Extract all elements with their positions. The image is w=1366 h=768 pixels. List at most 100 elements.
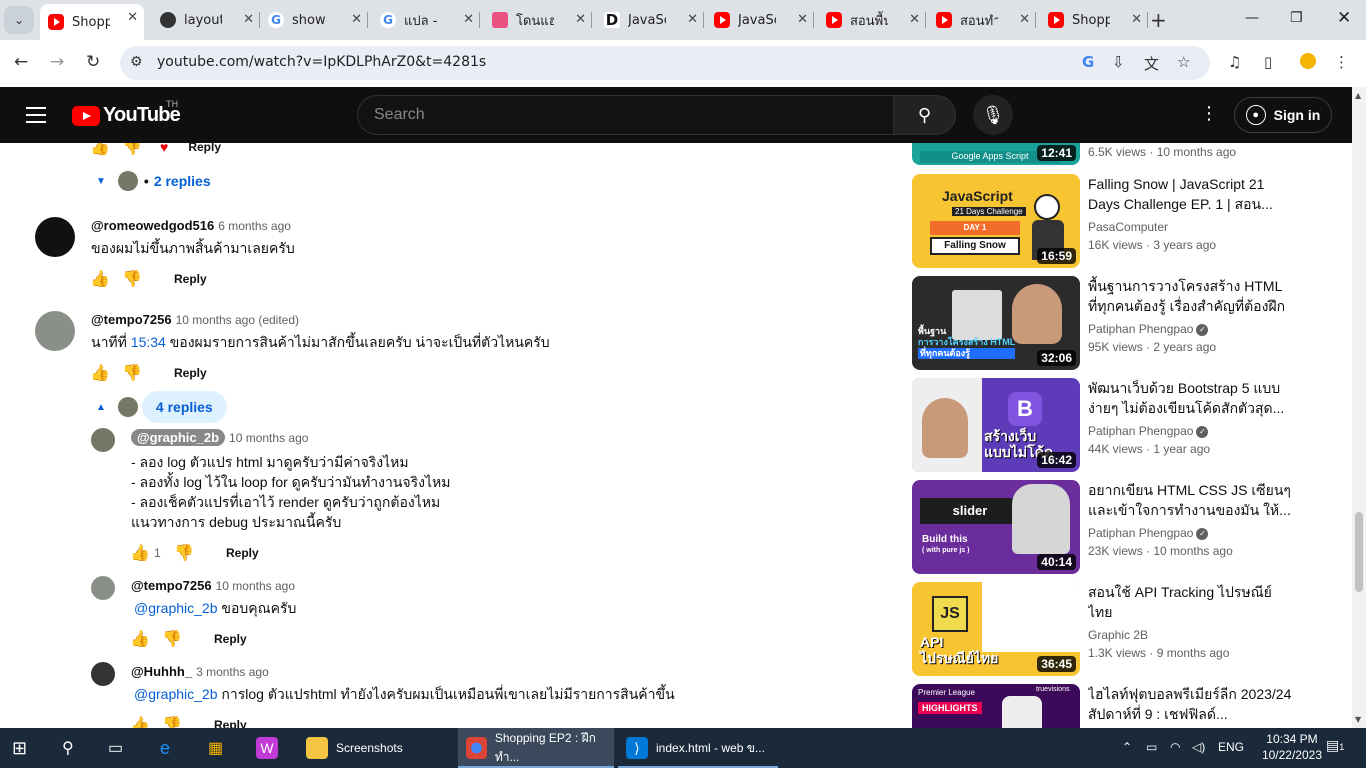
- avatar[interactable]: [35, 311, 75, 351]
- scrollbar-thumb[interactable]: [1355, 512, 1363, 592]
- like-icon[interactable]: 👍: [130, 629, 162, 649]
- video-thumbnail[interactable]: Premier League HIGHLIGHTS truevisions: [912, 684, 1080, 728]
- guide-menu-icon[interactable]: [26, 107, 46, 128]
- taskbar-app-screenshots[interactable]: Screenshots: [298, 728, 448, 768]
- reply-button[interactable]: Reply: [214, 718, 247, 728]
- volume-icon[interactable]: ◁): [1192, 740, 1205, 754]
- site-info-icon[interactable]: ⚙: [130, 54, 143, 70]
- search-icon[interactable]: ⚲: [62, 728, 74, 768]
- dislike-icon[interactable]: 👎: [122, 269, 154, 289]
- restore-button[interactable]: ❐: [1290, 10, 1303, 26]
- like-icon[interactable]: 👍: [130, 715, 162, 728]
- start-button[interactable]: ⊞: [12, 728, 27, 768]
- like-icon[interactable]: 👍: [90, 269, 122, 289]
- avatar[interactable]: [91, 428, 115, 452]
- comment-time[interactable]: 10 months ago (edited): [176, 313, 299, 327]
- search-input[interactable]: [358, 96, 893, 134]
- reply-time[interactable]: 10 months ago: [229, 431, 308, 445]
- reply-button[interactable]: Reply: [188, 143, 221, 154]
- profile-avatar[interactable]: [1300, 53, 1316, 69]
- scroll-down-arrow-icon[interactable]: ▼: [1355, 715, 1361, 724]
- new-tab-button[interactable]: +: [1150, 8, 1167, 32]
- dislike-icon[interactable]: 👎: [122, 143, 154, 157]
- reply-time[interactable]: 3 months ago: [196, 665, 269, 679]
- bookmark-star-icon[interactable]: ☆: [1177, 53, 1190, 71]
- show-hidden-icons[interactable]: ⌃: [1122, 740, 1132, 754]
- store-icon[interactable]: ▦: [208, 728, 223, 768]
- video-thumbnail[interactable]: JS API ไปรษณีย์ไทย 36:45: [912, 582, 1080, 676]
- comment-time[interactable]: 6 months ago: [218, 219, 291, 233]
- reply-button[interactable]: Reply: [214, 632, 247, 646]
- tab-10[interactable]: Shoppi ✕: [1040, 6, 1148, 34]
- media-control-icon[interactable]: ♫: [1228, 53, 1241, 71]
- video-title[interactable]: Falling Snow | JavaScript 21 Days Challe…: [1088, 174, 1293, 214]
- tab-close-icon[interactable]: ✕: [463, 12, 474, 27]
- settings-menu-icon[interactable]: ⋮: [1200, 103, 1218, 124]
- input-language[interactable]: ENG: [1218, 740, 1244, 754]
- taskbar-app-vscode[interactable]: ⟩ index.html - web ข...: [618, 728, 778, 768]
- video-thumbnail[interactable]: Google Apps Script 12:41: [912, 143, 1080, 165]
- tab-close-icon[interactable]: ✕: [909, 12, 920, 27]
- video-thumbnail[interactable]: JavaScript 21 Days Challenge DAY 1 Falli…: [912, 174, 1080, 268]
- google-lens-icon[interactable]: G: [1082, 53, 1094, 71]
- omnibox[interactable]: ⚙ youtube.com/watch?v=IpKDLPhArZ0&t=4281…: [120, 46, 1210, 80]
- like-icon[interactable]: 👍: [90, 363, 122, 383]
- channel-name[interactable]: Graphic 2B: [1088, 628, 1293, 642]
- tab-5[interactable]: โดนแฮง ✕: [484, 6, 592, 34]
- avatar[interactable]: [91, 662, 115, 686]
- taskbar-app-chrome[interactable]: Shopping EP2 : ฝึกทำ...: [458, 728, 614, 768]
- creator-author-chip[interactable]: @graphic_2b: [131, 429, 226, 446]
- channel-name[interactable]: Patiphan Phengpao ✓: [1088, 424, 1293, 438]
- avatar[interactable]: [91, 576, 115, 600]
- related-video[interactable]: พื้นฐาน การวางโครงสร้าง HTML ที่ทุกคนต้อ…: [912, 276, 1332, 370]
- tab-6[interactable]: D JavaScr ✕: [596, 6, 704, 34]
- tab-close-icon[interactable]: ✕: [1131, 12, 1142, 27]
- like-icon[interactable]: 👍: [90, 143, 122, 157]
- video-thumbnail[interactable]: B สร้างเว็บ แบบไม่โค้ด 16:42: [912, 378, 1080, 472]
- video-title[interactable]: พื้นฐานการวางโครงสร้าง HTML ที่ทุกคนต้อง…: [1088, 276, 1293, 316]
- minimize-button[interactable]: —: [1245, 10, 1259, 26]
- video-title[interactable]: สอนใช้ API Tracking ไปรษณีย์ไทย: [1088, 582, 1293, 622]
- edge-icon[interactable]: e: [160, 728, 170, 768]
- tab-3[interactable]: Gshow c ✕: [260, 6, 368, 34]
- tab-close-icon[interactable]: ✕: [243, 12, 254, 27]
- tab-close-icon[interactable]: ✕: [1019, 12, 1030, 27]
- related-video[interactable]: Premier League HIGHLIGHTS truevisions ไฮ…: [912, 684, 1332, 728]
- tab-2[interactable]: layout ✕: [152, 6, 260, 34]
- timestamp-link[interactable]: 15:34: [131, 334, 166, 350]
- notification-center-icon[interactable]: ▤1: [1326, 737, 1344, 754]
- translate-icon[interactable]: 文: [1144, 53, 1159, 74]
- tab-1[interactable]: Shoppi ✕: [40, 4, 144, 40]
- tab-close-icon[interactable]: ✕: [797, 12, 808, 27]
- side-panel-icon[interactable]: ▯: [1264, 53, 1272, 71]
- video-title[interactable]: ไฮไลท์ฟุตบอลพรีเมียร์ลีก 2023/24 สัปดาห์…: [1088, 684, 1293, 724]
- tab-close-icon[interactable]: ✕: [687, 12, 698, 27]
- tab-4[interactable]: G แปล - ตั ✕: [372, 6, 480, 34]
- page-scrollbar[interactable]: ▲ ▼: [1352, 87, 1366, 728]
- install-app-icon[interactable]: ⇩: [1112, 53, 1125, 71]
- search-button[interactable]: ⚲: [893, 95, 956, 135]
- voice-search-button[interactable]: 🎙: [973, 95, 1013, 135]
- related-video[interactable]: JS API ไปรษณีย์ไทย 36:45 สอนใช้ API Trac…: [912, 582, 1332, 676]
- dislike-icon[interactable]: 👎: [162, 629, 194, 649]
- video-title[interactable]: พัฒนาเว็บด้วย Bootstrap 5 แบบง่ายๆ ไม่ต้…: [1088, 378, 1293, 418]
- scroll-up-arrow-icon[interactable]: ▲: [1355, 91, 1361, 100]
- network-icon[interactable]: ▭: [1146, 740, 1157, 754]
- task-view-icon[interactable]: ▭: [108, 728, 123, 768]
- comment-author[interactable]: @tempo7256: [91, 312, 172, 327]
- tab-8[interactable]: สอนพื้นฐ ✕: [818, 6, 926, 34]
- channel-name[interactable]: PasaComputer: [1088, 220, 1293, 234]
- system-clock[interactable]: 10:34 PM 10/22/2023: [1262, 731, 1322, 763]
- video-thumbnail[interactable]: พื้นฐาน การวางโครงสร้าง HTML ที่ทุกคนต้อ…: [912, 276, 1080, 370]
- dislike-icon[interactable]: 👎: [174, 543, 206, 563]
- reply-button[interactable]: Reply: [174, 272, 207, 286]
- tab-close-icon[interactable]: ✕: [351, 12, 362, 27]
- sign-in-button[interactable]: ● Sign in: [1234, 97, 1332, 133]
- tab-close-icon[interactable]: ✕: [127, 10, 138, 25]
- tab-9[interactable]: สอนทำ l ✕: [928, 6, 1036, 34]
- dislike-icon[interactable]: 👎: [162, 715, 194, 728]
- channel-name[interactable]: Patiphan Phengpao ✓: [1088, 526, 1293, 540]
- tab-7[interactable]: JavaScr ✕: [706, 6, 814, 34]
- dislike-icon[interactable]: 👎: [122, 363, 154, 383]
- mention-link[interactable]: @graphic_2b: [134, 686, 218, 702]
